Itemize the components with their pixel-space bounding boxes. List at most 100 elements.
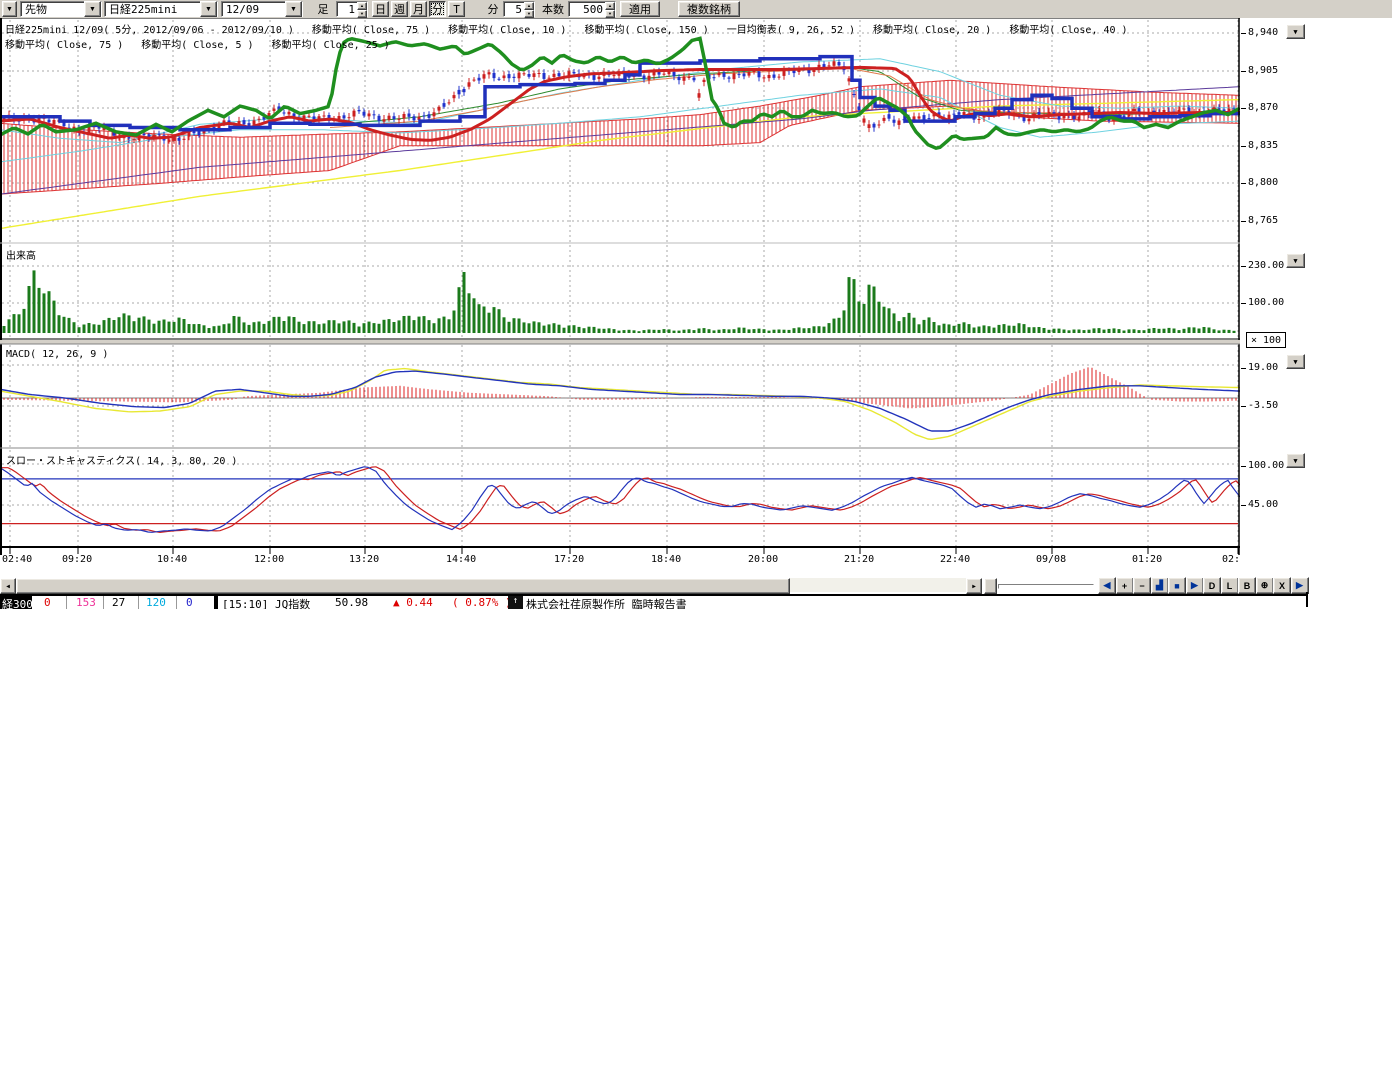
spinner-arrows[interactable]: ▲▼	[605, 2, 615, 16]
y-axis-label: 8,800	[1248, 177, 1278, 188]
stoch-pane-dropdown-button[interactable]: ▼	[1286, 453, 1305, 468]
volume-pane-dropdown-button[interactable]: ▼	[1286, 253, 1305, 268]
minute-label: 分	[486, 1, 500, 17]
symbol-select[interactable]: 日経225mini ▼	[104, 1, 218, 17]
macd-pane-label: MACD( 12, 26, 9 )	[6, 349, 108, 360]
magnify-button[interactable]: ⊕	[1256, 577, 1274, 594]
time-axis-label: 20:00	[748, 554, 778, 565]
chart-region: 日経225mini 12/09( 5分, 2012/09/06 - 2012/0…	[0, 18, 1392, 578]
y-tick-mark	[1241, 303, 1246, 304]
period-button-T[interactable]: T	[448, 1, 465, 17]
chevron-down-icon: ▼	[1293, 257, 1297, 265]
up-arrow-icon: ↑	[508, 596, 523, 609]
scroll-right-button[interactable]: ▶	[966, 578, 982, 594]
zoom-out-button[interactable]: −	[1133, 577, 1151, 594]
bars-stepper[interactable]: 500 ▲▼	[568, 1, 616, 17]
contract-select-value: 12/09	[222, 3, 285, 16]
time-axis-label: 02:	[1222, 554, 1240, 565]
time-axis-label: 01:20	[1132, 554, 1162, 565]
time-axis-label: 02:40	[2, 554, 32, 565]
header-item: 移動平均( Close, 75 )	[312, 21, 430, 36]
zoom-in-button[interactable]: +	[1116, 577, 1134, 594]
marker-button[interactable]: ■	[1168, 577, 1186, 594]
header-item: 一目均衡表( 9, 26, 52 )	[727, 21, 855, 36]
period-button-月[interactable]: 月	[410, 1, 427, 17]
ticker-value: 153	[76, 596, 96, 609]
time-axis-label: 09/08	[1036, 554, 1066, 565]
period-button-日[interactable]: 日	[372, 1, 389, 17]
triangle-left-icon: ◀	[6, 583, 10, 590]
play-icon: ▶	[1191, 580, 1198, 591]
ticker-news-pct: ( 0.87% )	[452, 596, 512, 609]
compare-chart-button[interactable]: ▟	[1151, 577, 1169, 594]
time-axis-label: 22:40	[940, 554, 970, 565]
button-label: ⊕	[1261, 580, 1269, 591]
y-axis-label: 8,870	[1248, 102, 1278, 113]
bar-count-stepper[interactable]: 1 ▲▼	[336, 1, 368, 17]
shift-chart-right-icon: ▶	[1296, 580, 1303, 591]
y-tick-mark	[1241, 466, 1246, 467]
spinner-arrows[interactable]: ▲▼	[524, 2, 534, 16]
ticker-news-time: [15:10] JQ指数	[222, 596, 310, 609]
y-axis-label: 19.00	[1248, 362, 1278, 373]
y-tick-mark	[1241, 71, 1246, 72]
minute-stepper[interactable]: 5 ▲▼	[503, 1, 535, 17]
header-item: 移動平均( Close, 150 )	[584, 21, 708, 36]
marker-icon: ■	[1174, 581, 1179, 591]
hscrollbar-thumb[interactable]	[16, 578, 790, 594]
chevron-down-icon: ▼	[1293, 28, 1297, 36]
spinner-arrows[interactable]: ▲▼	[357, 2, 367, 16]
chevron-down-icon[interactable]: ▼	[200, 1, 217, 17]
window-menu-button[interactable]: ▼	[2, 1, 17, 17]
period-button-週[interactable]: 週	[391, 1, 408, 17]
time-axis-label: 09:20	[62, 554, 92, 565]
bars-label: 本数	[540, 1, 566, 17]
compare-chart-icon: ▟	[1156, 580, 1163, 591]
triangle-right-icon: ▶	[972, 583, 976, 590]
zoom-slider-handle[interactable]	[984, 578, 997, 594]
mode-l-button[interactable]: L	[1221, 577, 1239, 594]
ticker-separator	[176, 596, 177, 609]
time-axis-label: 14:40	[446, 554, 476, 565]
y-tick-mark	[1241, 183, 1246, 184]
trading-app-window: ▼ 先物 ▼ 日経225mini ▼ 12/09 ▼ 足 1 ▲▼ 日週月分T …	[0, 0, 1392, 1090]
ticker-value: 0	[186, 596, 193, 609]
symbol-select-value: 日経225mini	[105, 1, 200, 17]
chevron-down-icon[interactable]: ▼	[84, 1, 101, 17]
mode-b-button[interactable]: B	[1238, 577, 1256, 594]
shift-chart-left-button[interactable]: ◀	[1098, 577, 1116, 594]
header-item: 移動平均( Close, 10 )	[448, 21, 566, 36]
header-item: 日経225mini 12/09( 5分, 2012/09/06 - 2012/0…	[5, 21, 294, 36]
ticker-divider	[214, 596, 218, 609]
ticker-value: 27	[112, 596, 125, 609]
apply-button[interactable]: 適用	[620, 1, 660, 17]
header-item: 移動平均( Close, 40 )	[1009, 21, 1127, 36]
multi-symbol-button[interactable]: 複数銘柄	[678, 1, 740, 17]
y-tick-mark	[1241, 146, 1246, 147]
stoch-pane-label: スロー・ストキャスティクス( 14, 3, 80, 20 )	[6, 452, 237, 467]
y-tick-mark	[1241, 406, 1246, 407]
time-axis-label: 12:00	[254, 554, 284, 565]
market-select[interactable]: 先物 ▼	[20, 1, 102, 17]
y-tick-mark	[1241, 368, 1246, 369]
chevron-down-icon: ▼	[1293, 457, 1297, 465]
chart-header-line1: 日経225mini 12/09( 5分, 2012/09/06 - 2012/0…	[5, 21, 1128, 36]
ticker-end-divider	[1306, 592, 1308, 607]
price-chart-canvas[interactable]	[0, 18, 1240, 578]
main-pane-dropdown-button[interactable]: ▼	[1286, 24, 1305, 39]
contract-select[interactable]: 12/09 ▼	[221, 1, 303, 17]
macd-pane-dropdown-button[interactable]: ▼	[1286, 354, 1305, 369]
y-axis-label: 45.00	[1248, 499, 1278, 510]
zoom-slider-groove[interactable]	[998, 584, 1094, 589]
bar-count-value: 1	[337, 3, 357, 16]
chevron-down-icon[interactable]: ▼	[285, 1, 302, 17]
play-button[interactable]: ▶	[1186, 577, 1204, 594]
period-button-分[interactable]: 分	[429, 1, 446, 17]
close-button[interactable]: X	[1273, 577, 1291, 594]
chart-header-line2: 移動平均( Close, 75 )移動平均( Close, 5 )移動平均( C…	[5, 36, 390, 51]
y-tick-mark	[1241, 33, 1246, 34]
ticker-news-change: ▲ 0.44	[393, 596, 433, 609]
ticker-news-value: 50.98	[335, 596, 368, 609]
mode-d-button[interactable]: D	[1203, 577, 1221, 594]
scroll-left-button[interactable]: ◀	[0, 578, 16, 594]
